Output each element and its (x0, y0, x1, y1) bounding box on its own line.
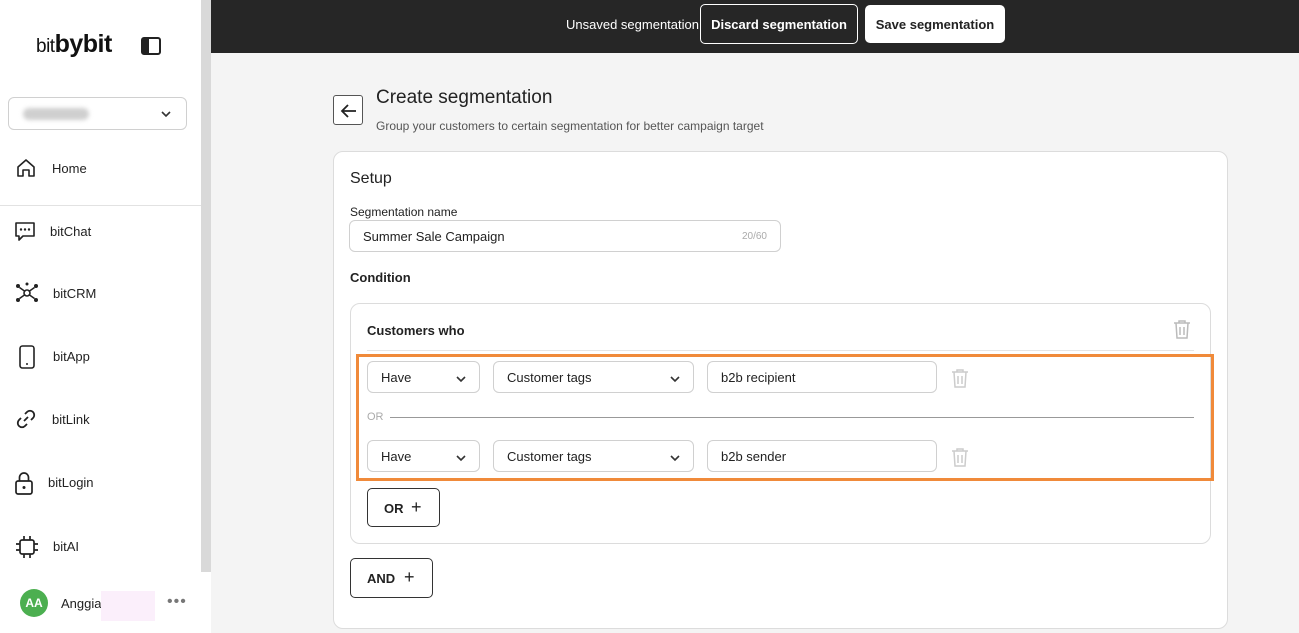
delete-group-trash-icon[interactable] (1173, 319, 1191, 339)
sidebar-item-label: bitApp (53, 348, 90, 364)
network-icon (15, 282, 38, 304)
sidebar: bitbybit Home bitChat bitCRM bitApp bitL… (0, 0, 201, 633)
or-button-label: OR (384, 501, 404, 516)
chip-icon (15, 535, 38, 558)
chat-icon (14, 220, 36, 242)
segmentation-name-label: Segmentation name (350, 205, 458, 219)
lock-icon (13, 471, 35, 495)
logo[interactable]: bitbybit (36, 30, 112, 59)
chevron-down-icon (160, 107, 172, 119)
home-icon (15, 157, 37, 179)
divider (367, 350, 1194, 351)
sidebar-item-bitchat[interactable]: bitChat (0, 211, 201, 251)
sidebar-item-label: bitLink (52, 411, 90, 427)
sidebar-scrollbar-gap (201, 572, 211, 633)
workspace-name-blurred (23, 108, 89, 120)
sidebar-item-bitcrm[interactable]: bitCRM (0, 273, 201, 313)
sidebar-item-label: bitAI (53, 538, 80, 554)
unsaved-status-text: Unsaved segmentation (566, 17, 699, 32)
add-or-condition-button[interactable]: OR + (367, 488, 440, 527)
sidebar-item-label: bitLogin (48, 474, 94, 490)
highlight-annotation (356, 354, 1214, 481)
collapse-sidebar-icon[interactable] (141, 37, 161, 55)
character-counter: 20/60 (741, 231, 767, 242)
plus-icon: + (404, 567, 415, 587)
user-name-blurred (101, 591, 155, 621)
arrow-left-icon (340, 104, 356, 118)
back-button[interactable] (333, 95, 363, 125)
condition-group-header: Customers who (367, 323, 465, 338)
sidebar-item-bitlogin[interactable]: bitLogin (0, 462, 201, 502)
sidebar-item-bitlink[interactable]: bitLink (0, 399, 201, 439)
page-title: Create segmentation (376, 87, 553, 108)
segmentation-name-value: Summer Sale Campaign (363, 229, 505, 244)
user-profile[interactable]: AA Anggia ••• (0, 586, 201, 621)
avatar: AA (20, 589, 48, 617)
user-name: Anggia (61, 596, 102, 611)
discard-segmentation-button[interactable]: Discard segmentation (700, 4, 858, 44)
link-icon (15, 408, 37, 430)
add-and-condition-button[interactable]: AND + (350, 558, 433, 598)
condition-title: Condition (350, 270, 411, 285)
sidebar-item-label: bitCRM (53, 285, 97, 301)
save-segmentation-button[interactable]: Save segmentation (865, 5, 1005, 43)
unsaved-changes-bar: Unsaved segmentation Discard segmentatio… (211, 0, 1299, 53)
sidebar-scrollbar[interactable] (201, 0, 211, 572)
more-options-icon[interactable]: ••• (167, 593, 187, 611)
page-subtitle: Group your customers to certain segmenta… (376, 119, 764, 133)
sidebar-item-bitapp[interactable]: bitApp (0, 336, 201, 376)
workspace-select[interactable] (8, 97, 187, 130)
setup-title: Setup (350, 170, 392, 187)
sidebar-item-bitai[interactable]: bitAI (0, 526, 201, 566)
sidebar-item-label: Home (52, 160, 87, 176)
sidebar-item-label: bitChat (50, 223, 92, 239)
sidebar-item-home[interactable]: Home (0, 148, 201, 188)
nav-divider (0, 205, 201, 206)
plus-icon: + (411, 497, 422, 517)
and-button-label: AND (367, 571, 396, 586)
segmentation-name-input[interactable]: Summer Sale Campaign 20/60 (349, 220, 781, 252)
phone-icon (18, 345, 40, 369)
brand: bitbybit (36, 30, 166, 64)
